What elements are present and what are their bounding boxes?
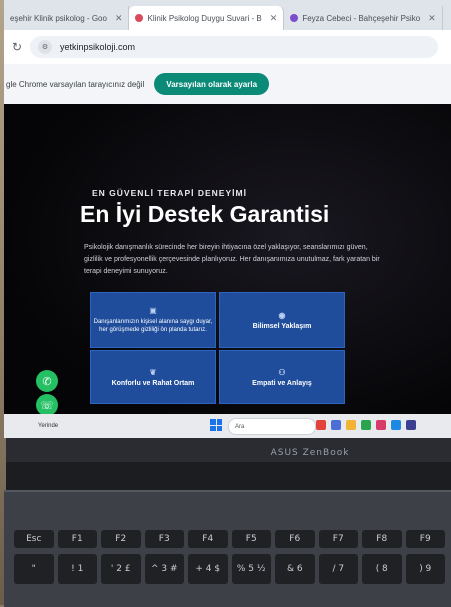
whatsapp-icon[interactable]: ☏: [36, 394, 58, 416]
web-page: EN GÜVENLİ TERAPİ DENEYİMİ En İyi Destek…: [4, 104, 451, 438]
folder-icon[interactable]: [346, 420, 356, 430]
app-icon[interactable]: [376, 420, 386, 430]
feature-card-empathy: ⚇ Empati ve Anlayış: [219, 350, 345, 404]
tab-label: Feyza Cebeci - Bahçeşehir Psiko: [302, 13, 421, 23]
browser-tab-2[interactable]: Klinik Psikolog Duygu Suvari - B ✕: [129, 6, 285, 30]
taskbar-search[interactable]: Ara: [228, 418, 316, 435]
infobar-text: gle Chrome varsayılan tarayıcınız değil: [6, 79, 145, 89]
windows-start-icon[interactable]: [210, 419, 222, 431]
card-text: Bilimsel Yaklaşım: [252, 322, 312, 330]
keyboard-key: F1: [57, 530, 97, 548]
set-default-button[interactable]: Varsayılan olarak ayarla: [154, 73, 270, 95]
tab-label: eşehir Klinik psikolog - Goo: [10, 13, 107, 23]
browser-tab-strip: eşehir Klinik psikolog - Goo ✕ Klinik Ps…: [4, 0, 451, 30]
card-text: Empati ve Anlayış: [252, 379, 312, 387]
keyboard-key: F4: [188, 530, 228, 548]
keyboard-key: ": [14, 554, 54, 584]
keyboard-key: / 7: [318, 554, 358, 584]
feature-card-scientific: ◉ Bilimsel Yaklaşım: [219, 292, 345, 348]
reload-icon[interactable]: ↻: [4, 40, 30, 54]
tab-label: Klinik Psikolog Duygu Suvari - B: [147, 13, 262, 23]
keyboard-key: F2: [101, 530, 141, 548]
hero-eyebrow: EN GÜVENLİ TERAPİ DENEYİMİ: [92, 188, 247, 198]
browser-tab-3[interactable]: Feyza Cebeci - Bahçeşehir Psiko ✕: [284, 6, 443, 30]
app-icon[interactable]: [316, 420, 326, 430]
hero-lead: Psikolojik danışmanlık sürecinde her bir…: [84, 244, 380, 275]
hero-headline: En İyi Destek Garantisi: [80, 201, 330, 227]
keyboard-key: Esc: [14, 530, 54, 548]
keyboard: Esc F1 F2 F3 F4 F5 F6 F7 F8 F9 "! 1 ' 2 £ ^ 3 # + 4 …: [4, 490, 451, 607]
edge-icon[interactable]: [391, 420, 401, 430]
card-text: Danışanlarımızın kişisel alanına saygı d…: [93, 318, 213, 333]
keyboard-key: F3: [144, 530, 184, 548]
keyboard-key: % 5 ½: [231, 554, 271, 584]
url-text: yetkinpsikoloji.com: [60, 42, 136, 52]
laptop-screen: eşehir Klinik psikolog - Goo ✕ Klinik Ps…: [4, 0, 451, 438]
feature-cards: ▣ Danışanlarımızın kişisel alanına saygı…: [90, 292, 345, 404]
windows-taskbar: Yerinde Ara: [4, 414, 451, 438]
feature-card-comfort: ❦ Konforlu ve Rahat Ortam: [90, 350, 216, 404]
app-icon[interactable]: [331, 420, 341, 430]
keyboard-key: ( 8: [362, 554, 402, 584]
chrome-icon[interactable]: [361, 420, 371, 430]
keyboard-key: F6: [275, 530, 315, 548]
card-text: Konforlu ve Rahat Ortam: [111, 379, 195, 387]
keyboard-key: ! 1: [57, 554, 97, 584]
laptop-brand: ASUS ZenBook: [270, 448, 350, 458]
keyboard-key: & 6: [275, 554, 315, 584]
keyboard-key: F8: [362, 530, 402, 548]
eye-icon: ◉: [278, 310, 286, 320]
close-icon[interactable]: ✕: [428, 13, 436, 24]
app-icon[interactable]: [406, 420, 416, 430]
people-icon: ⚇: [278, 367, 286, 377]
function-key-row: Esc F1 F2 F3 F4 F5 F6 F7 F8 F9: [14, 530, 445, 548]
close-icon[interactable]: ✕: [115, 13, 123, 24]
keyboard-key: F5: [231, 530, 271, 548]
keyboard-key: + 4 $: [188, 554, 228, 584]
browser-tab-1[interactable]: eşehir Klinik psikolog - Goo ✕: [4, 6, 130, 30]
close-icon[interactable]: ✕: [270, 13, 278, 24]
keyboard-key: F7: [318, 530, 358, 548]
keyboard-key: ^ 3 #: [144, 554, 184, 584]
favicon-icon: [290, 14, 299, 22]
address-bar-row: ↻ ⚙ yetkinpsikoloji.com: [4, 30, 451, 64]
taskbar-app-icons: [316, 420, 416, 430]
laptop-hinge: [6, 462, 451, 492]
number-key-row: "! 1 ' 2 £ ^ 3 # + 4 $% 5 ½ & 6/ 7( 8) 9: [14, 554, 445, 584]
lock-icon: ▣: [149, 305, 157, 315]
search-placeholder: Ara: [235, 423, 245, 430]
keyboard-key: ) 9: [405, 554, 445, 584]
phone-icon[interactable]: ✆: [36, 370, 58, 392]
feature-card-privacy: ▣ Danışanlarımızın kişisel alanına saygı…: [90, 292, 216, 348]
keyboard-key: ' 2 £: [101, 554, 141, 584]
leaf-icon: ❦: [149, 367, 157, 377]
keyboard-key: F9: [405, 530, 445, 548]
site-info-icon[interactable]: ⚙: [38, 40, 52, 54]
address-bar[interactable]: ⚙ yetkinpsikoloji.com: [30, 36, 438, 58]
weather-widget[interactable]: Yerinde: [38, 423, 58, 429]
default-browser-infobar: gle Chrome varsayılan tarayıcınız değil …: [4, 64, 451, 105]
favicon-icon: [135, 14, 144, 22]
